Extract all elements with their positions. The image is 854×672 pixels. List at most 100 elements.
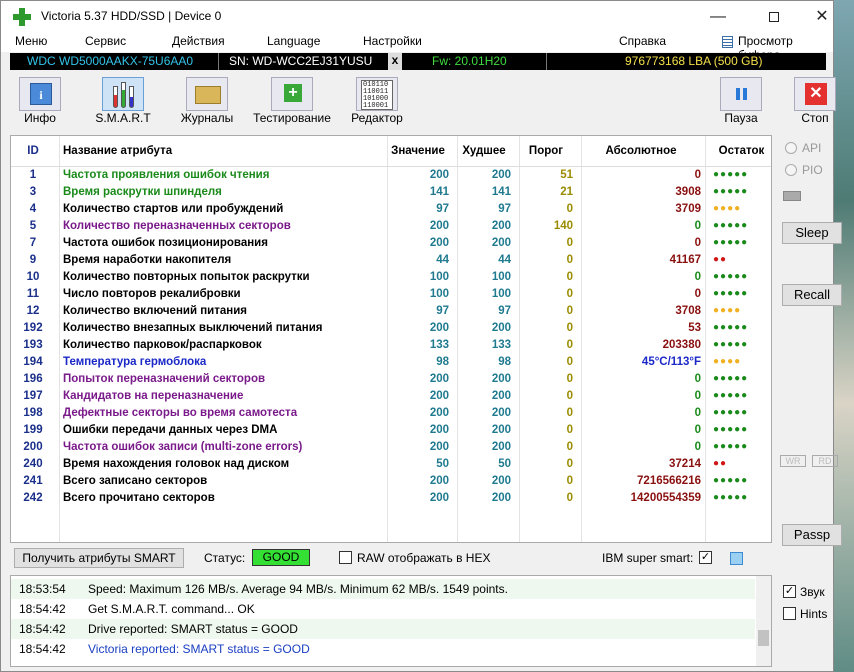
- table-row[interactable]: 4 Количество стартов или пробуждений 97 97 0…: [11, 200, 771, 217]
- table-row[interactable]: 196 Попыток переназначений секторов 200 200…: [11, 370, 771, 387]
- col-id[interactable]: ID: [11, 136, 55, 167]
- table-row[interactable]: 197 Кандидатов на переназначение 200 200 0 0 ●…: [11, 387, 771, 404]
- menu-language[interactable]: Language: [267, 34, 320, 48]
- col-name[interactable]: Название атрибута: [55, 136, 383, 167]
- table-row[interactable]: 200 Частота ошибок записи (multi-zone err…: [11, 438, 771, 455]
- log-scrollbar[interactable]: [756, 576, 771, 666]
- table-row[interactable]: 193 Количество парковок/распарковок 133 133…: [11, 336, 771, 353]
- attr-value: 141: [429, 185, 449, 198]
- attr-threshold: 21: [560, 185, 573, 198]
- attr-id: 241: [23, 474, 43, 487]
- attr-raw: 0: [694, 168, 701, 181]
- attr-value: 200: [429, 491, 449, 504]
- attr-value: 200: [429, 168, 449, 181]
- attr-threshold: 0: [566, 270, 573, 283]
- attr-value: 200: [429, 219, 449, 232]
- hints-checkbox[interactable]: [783, 607, 796, 620]
- attr-id: 198: [23, 406, 43, 419]
- journals-button[interactable]: Журналы: [177, 73, 237, 129]
- journals-icon-frame: [186, 77, 228, 111]
- table-row[interactable]: 198 Дефектные секторы во время самотеста 2…: [11, 404, 771, 421]
- ibm-super-smart-checkbox[interactable]: ✓: [699, 551, 712, 564]
- pause-button[interactable]: Пауза: [711, 73, 771, 129]
- table-row[interactable]: 199 Ошибки передачи данных через DMA 200 20…: [11, 421, 771, 438]
- attr-value: 100: [429, 287, 449, 300]
- pause-icon: [736, 88, 748, 100]
- test-tubes-icon: [113, 82, 135, 108]
- attr-value: 100: [429, 270, 449, 283]
- attr-value: 98: [436, 355, 449, 368]
- testing-icon-frame: +: [271, 77, 313, 111]
- passp-button[interactable]: Passp: [782, 524, 842, 546]
- drive-model[interactable]: WDC WD5000AAKX-75U6AA0: [27, 54, 193, 68]
- api-radio[interactable]: [785, 142, 797, 154]
- sound-checkbox[interactable]: ✓: [783, 585, 796, 598]
- col-remaining[interactable]: Остаток: [705, 136, 771, 167]
- attr-id: 240: [23, 457, 43, 470]
- table-row[interactable]: 241 Всего записано секторов 200 200 0 7216566…: [11, 472, 771, 489]
- attr-threshold: 0: [566, 372, 573, 385]
- menu-actions[interactable]: Действия: [172, 34, 225, 48]
- attr-name: Всего прочитано секторов: [63, 491, 215, 504]
- attr-raw: 3908: [675, 185, 701, 198]
- col-raw[interactable]: Абсолютное: [577, 136, 705, 167]
- sleep-button[interactable]: Sleep: [782, 222, 842, 244]
- buffer-icon: [722, 36, 733, 48]
- menu-main[interactable]: Меню: [15, 34, 47, 48]
- table-row[interactable]: 5 Количество переназначенных секторов 200 2…: [11, 217, 771, 234]
- testing-button[interactable]: + Тестирование: [253, 73, 331, 129]
- attr-value: 50: [436, 457, 449, 470]
- recall-button[interactable]: Recall: [782, 284, 842, 306]
- get-smart-button[interactable]: Получить атрибуты SMART: [14, 548, 184, 568]
- info-icon: i: [30, 83, 52, 105]
- table-row[interactable]: 1 Частота проявления ошибок чтения 200 200 5…: [11, 166, 771, 183]
- close-button[interactable]: ✕: [799, 1, 845, 32]
- toolbar: i Инфо S.M.A.R.T Журналы + Тестирование: [10, 73, 836, 131]
- stop-button[interactable]: ✕ Стоп: [785, 73, 845, 129]
- attr-id: 11: [26, 287, 40, 300]
- table-row[interactable]: 11 Число повторов рекалибровки 100 100 0 0 ●●●…: [11, 285, 771, 302]
- stop-icon-frame: ✕: [794, 77, 836, 111]
- attr-worst: 200: [491, 321, 511, 334]
- pio-radio[interactable]: [785, 164, 797, 176]
- raw-hex-label: RAW отображать в HEX: [357, 551, 491, 565]
- color-indicator[interactable]: [730, 552, 743, 565]
- menu-help[interactable]: Справка: [619, 34, 666, 48]
- attr-raw: 41167: [669, 253, 701, 266]
- table-row[interactable]: 242 Всего прочитано секторов 200 200 0 142005…: [11, 489, 771, 506]
- scroll-thumb[interactable]: [758, 630, 769, 646]
- log-message: Speed: Maximum 126 MB/s. Average 94 MB/s…: [88, 582, 508, 596]
- col-value[interactable]: Значение: [383, 136, 453, 167]
- table-row[interactable]: 9 Время наработки накопителя 44 44 0 41167 ●●: [11, 251, 771, 268]
- attr-remaining: ●●●●: [713, 305, 742, 316]
- table-row[interactable]: 240 Время нахождения головок над диском 50…: [11, 455, 771, 472]
- editor-button[interactable]: 010110 110011 101000 110001 Редактор: [347, 73, 407, 129]
- attr-threshold: 0: [566, 474, 573, 487]
- table-row[interactable]: 12 Количество включений питания 97 97 0 3708 ●…: [11, 302, 771, 319]
- smart-button[interactable]: S.M.A.R.T: [93, 73, 153, 129]
- minimize-button[interactable]: —: [695, 1, 741, 32]
- raw-hex-checkbox[interactable]: [339, 551, 352, 564]
- menu-settings[interactable]: Настройки: [363, 34, 422, 48]
- attr-id: 7: [29, 236, 37, 249]
- attr-raw: 45°C/113°F: [641, 355, 701, 368]
- table-header: ID Название атрибута Значение Худшее Пор…: [11, 136, 771, 167]
- info-button[interactable]: i Инфо: [10, 73, 70, 129]
- col-worst[interactable]: Худшее: [453, 136, 515, 167]
- attr-threshold: 0: [566, 202, 573, 215]
- table-row[interactable]: 192 Количество внезапных выключений питан…: [11, 319, 771, 336]
- close-drive-button[interactable]: x: [388, 53, 402, 70]
- table-row[interactable]: 194 Температура гермоблока 98 98 0 45°C/113°F…: [11, 353, 771, 370]
- maximize-button[interactable]: [751, 1, 797, 32]
- drive-serial: SN: WD-WCC2EJ31YUSU: [229, 54, 373, 68]
- table-row[interactable]: 7 Частота ошибок позиционирования 200 200 0 0…: [11, 234, 771, 251]
- col-threshold[interactable]: Порог: [515, 136, 577, 167]
- attr-id: 3: [29, 185, 37, 198]
- menu-service[interactable]: Сервис: [85, 34, 126, 48]
- table-row[interactable]: 3 Время раскрутки шпинделя 141 141 21 3908 ●●●…: [11, 183, 771, 200]
- attr-value: 200: [429, 406, 449, 419]
- attr-id: 193: [23, 338, 43, 351]
- api-label: API: [802, 141, 822, 155]
- attr-remaining: ●●●●●: [713, 390, 749, 401]
- table-row[interactable]: 10 Количество повторных попыток раскрутки…: [11, 268, 771, 285]
